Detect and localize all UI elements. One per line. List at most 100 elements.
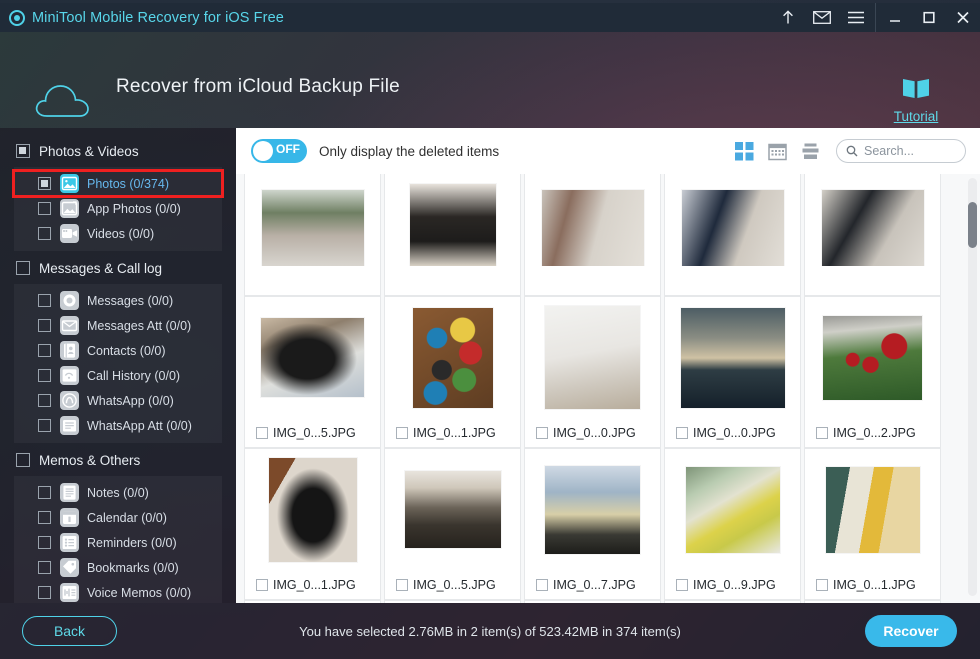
sidebar-item-whatsapp[interactable]: WhatsApp (0/0)	[14, 388, 222, 413]
item-checkbox[interactable]	[38, 511, 51, 524]
sidebar-item-call-history[interactable]: Call History (0/0)	[14, 363, 222, 388]
photo-checkbox[interactable]	[256, 426, 268, 439]
scrollbar-thumb[interactable]	[968, 202, 977, 248]
item-checkbox[interactable]	[38, 561, 51, 574]
envelope-icon[interactable]	[805, 3, 839, 32]
group-checkbox[interactable]	[16, 261, 30, 275]
photo-cell[interactable]: IMG_0...5.JPG	[384, 448, 521, 600]
sidebar-item-app-photos[interactable]: App Photos (0/0)	[14, 196, 222, 221]
photo-caption: IMG_0...1.JPG	[244, 570, 381, 599]
sidebar-item-label: Videos (0/0)	[87, 226, 155, 241]
photo-cell[interactable]	[664, 174, 801, 296]
item-checkbox[interactable]	[38, 177, 51, 190]
item-checkbox[interactable]	[38, 419, 51, 432]
photo-thumbnail	[409, 184, 496, 266]
sidebar-item-bookmarks[interactable]: Bookmarks (0/0)	[14, 555, 222, 580]
app-logo-icon	[9, 9, 25, 26]
item-checkbox[interactable]	[38, 344, 51, 357]
sidebar-group-items: Photos (0/374) App Photos (0/0) Videos (0/…	[12, 167, 224, 251]
photo-thumbnail-area	[244, 449, 381, 570]
photo-filename: IMG_0...5.JPG	[413, 577, 496, 592]
sidebar-group-header[interactable]: Messages & Call log	[0, 255, 236, 281]
item-checkbox[interactable]	[38, 486, 51, 499]
item-checkbox[interactable]	[38, 227, 51, 240]
photo-cell[interactable]	[804, 174, 941, 296]
photo-checkbox[interactable]	[396, 578, 408, 591]
application-window: MiniTool Mobile Recovery for iOS Free Re…	[0, 0, 980, 659]
sidebar-item-photos[interactable]: Photos (0/374)	[12, 169, 224, 198]
sidebar-group: Memos & Others Notes (0/0) Calendar (0/0) R…	[0, 447, 236, 603]
photo-checkbox[interactable]	[816, 578, 828, 591]
close-icon[interactable]	[946, 3, 980, 32]
book-icon	[903, 79, 929, 98]
photo-checkbox[interactable]	[536, 578, 548, 591]
minimize-icon[interactable]	[878, 3, 912, 32]
photo-checkbox[interactable]	[396, 426, 408, 439]
photo-cell[interactable]: IMG_0...0.JPG	[664, 296, 801, 448]
photo-checkbox[interactable]	[676, 578, 688, 591]
photo-cell[interactable]	[384, 174, 521, 296]
app-photo-icon	[60, 199, 79, 218]
item-checkbox[interactable]	[38, 586, 51, 599]
photo-cell[interactable]: IMG_0...1.JPG	[244, 448, 381, 600]
item-checkbox[interactable]	[38, 319, 51, 332]
group-checkbox[interactable]	[16, 453, 30, 467]
item-checkbox[interactable]	[38, 394, 51, 407]
notes-icon	[60, 483, 79, 502]
item-checkbox[interactable]	[38, 536, 51, 549]
whatsapp-attachment-icon	[60, 416, 79, 435]
photo-filename: IMG_0...1.JPG	[413, 425, 496, 440]
photo-cell[interactable]: IMG_0...7.JPG	[524, 448, 661, 600]
list-view-icon[interactable]	[801, 142, 820, 161]
sidebar-item-whatsapp-att[interactable]: WhatsApp Att (0/0)	[14, 413, 222, 438]
sidebar-item-messages-att[interactable]: Messages Att (0/0)	[14, 313, 222, 338]
photo-caption: IMG_0...5.JPG	[244, 418, 381, 447]
grid-view-icon[interactable]	[735, 141, 754, 161]
photo-thumbnail-area	[524, 174, 661, 266]
tutorial-link[interactable]: Tutorial	[878, 76, 954, 124]
photo-filename: IMG_0...0.JPG	[553, 425, 636, 440]
photo-cell[interactable]: IMG_0...9.JPG	[664, 448, 801, 600]
sidebar-item-voice-memos[interactable]: Voice Memos (0/0)	[14, 580, 222, 603]
back-button[interactable]: Back	[22, 616, 117, 646]
photo-checkbox[interactable]	[256, 578, 268, 591]
calendar-view-icon[interactable]	[768, 142, 787, 161]
item-checkbox[interactable]	[38, 202, 51, 215]
sidebar-item-notes[interactable]: Notes (0/0)	[14, 480, 222, 505]
sidebar-item-messages[interactable]: Messages (0/0)	[14, 288, 222, 313]
photo-checkbox[interactable]	[536, 426, 548, 439]
item-checkbox[interactable]	[38, 369, 51, 382]
search-input[interactable]	[864, 144, 956, 158]
photo-thumbnail	[412, 307, 493, 408]
arrow-up-icon[interactable]	[771, 3, 805, 32]
deleted-items-toggle[interactable]: OFF	[251, 139, 307, 163]
photo-cell[interactable]	[244, 174, 381, 296]
photo-cell[interactable]: IMG_0...0.JPG	[524, 296, 661, 448]
sidebar-item-calendar[interactable]: Calendar (0/0)	[14, 505, 222, 530]
group-checkbox[interactable]	[16, 144, 30, 158]
photo-checkbox[interactable]	[676, 426, 688, 439]
hamburger-menu-icon[interactable]	[839, 3, 873, 32]
maximize-icon[interactable]	[912, 3, 946, 32]
photo-cell[interactable]: IMG_0...2.JPG	[804, 296, 941, 448]
sidebar-item-contacts[interactable]: Contacts (0/0)	[14, 338, 222, 363]
sidebar-group-header[interactable]: Photos & Videos	[0, 138, 236, 164]
vertical-scrollbar[interactable]	[968, 178, 977, 596]
search-box[interactable]	[836, 139, 966, 163]
photo-cell[interactable]: IMG_0...1.JPG	[804, 448, 941, 600]
recover-button[interactable]: Recover	[865, 615, 957, 647]
sidebar-item-videos[interactable]: Videos (0/0)	[14, 221, 222, 246]
photo-checkbox[interactable]	[816, 426, 828, 439]
sidebar-group-label: Photos & Videos	[39, 143, 139, 159]
photo-cell[interactable]	[524, 174, 661, 296]
photo-cell[interactable]: IMG_0...5.JPG	[244, 296, 381, 448]
photo-cell[interactable]: IMG_0...1.JPG	[384, 296, 521, 448]
photo-thumbnail	[545, 306, 640, 409]
photo-thumbnail	[680, 307, 785, 408]
sidebar-group-header[interactable]: Memos & Others	[0, 447, 236, 473]
sidebar-item-reminders[interactable]: Reminders (0/0)	[14, 530, 222, 555]
photo-thumbnail	[825, 466, 920, 553]
item-checkbox[interactable]	[38, 294, 51, 307]
sidebar-group-items: Notes (0/0) Calendar (0/0) Reminders (0/0)…	[14, 476, 222, 603]
photo-filename: IMG_0...2.JPG	[833, 425, 916, 440]
